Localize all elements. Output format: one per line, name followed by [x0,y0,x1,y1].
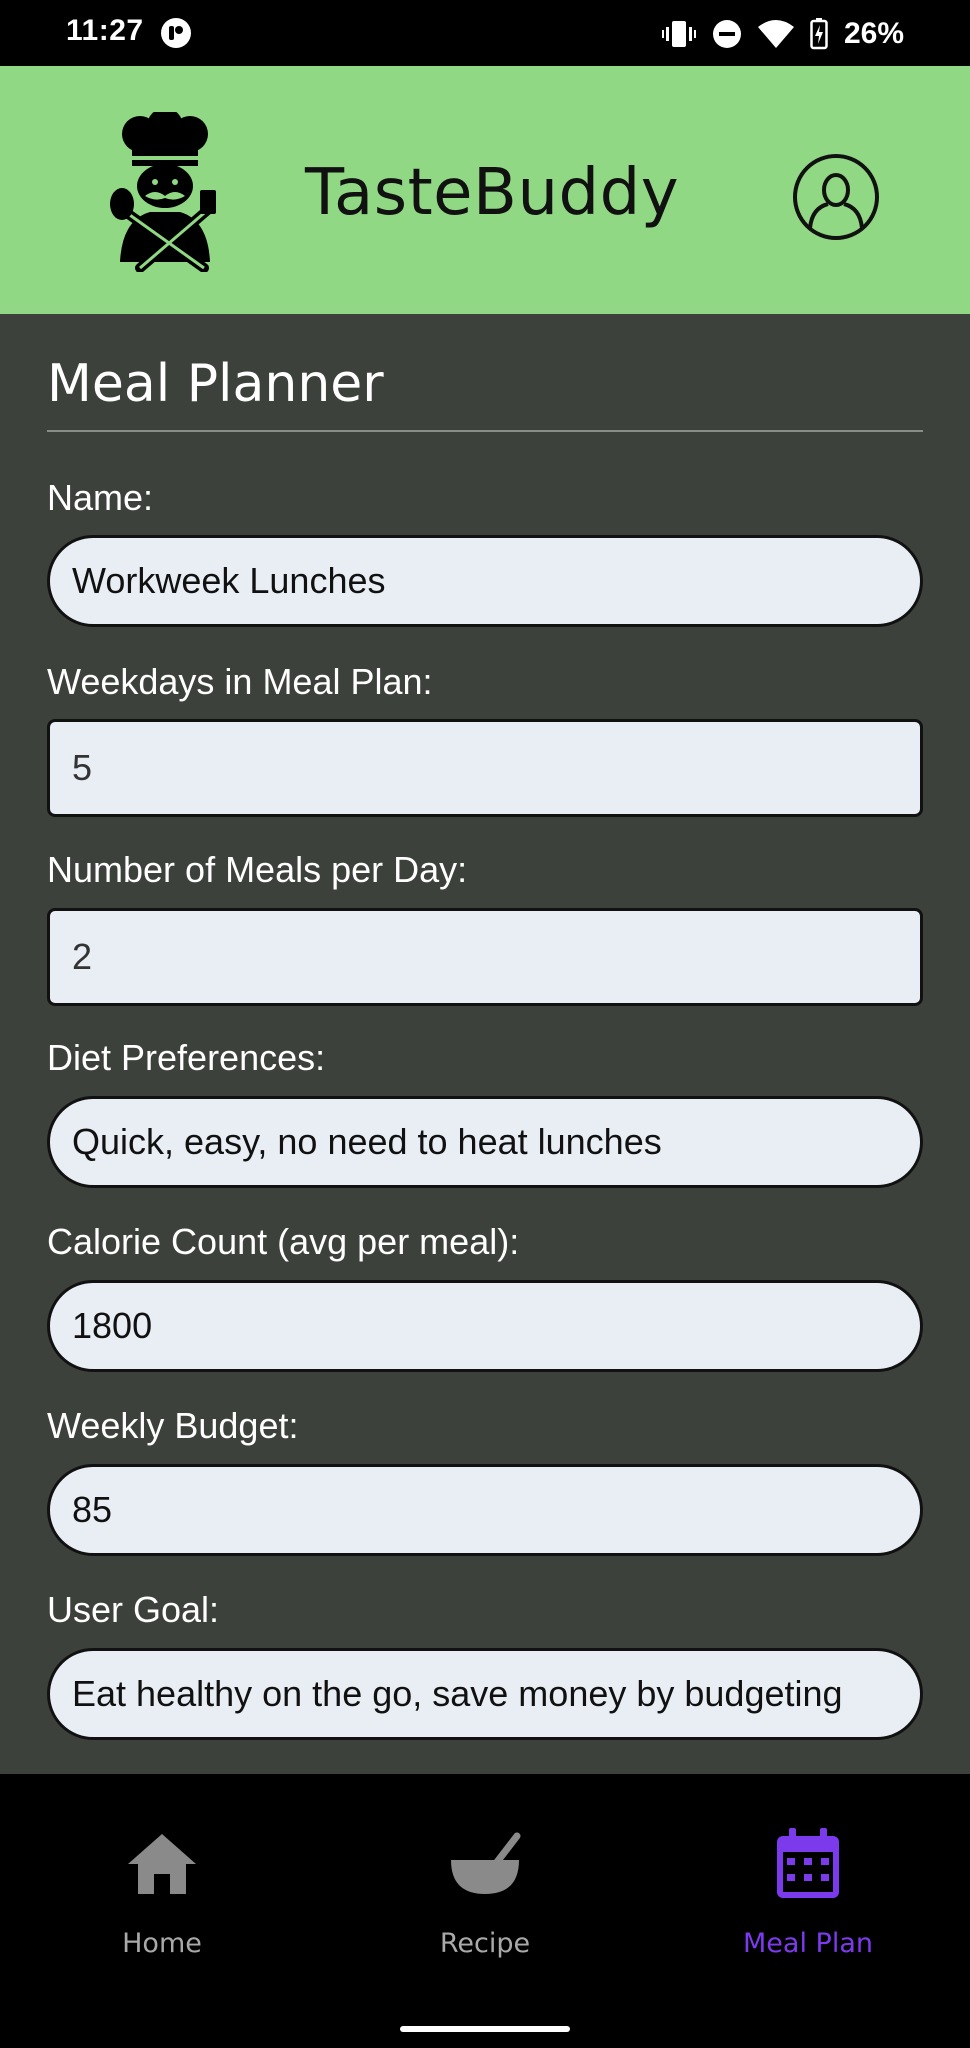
meal-planner-form: Meal Planner Name: Workweek Lunches Week… [0,314,970,1774]
diet-preferences-label: Diet Preferences: [47,1037,326,1078]
page-title: Meal Planner [47,354,384,414]
status-time: 11:27 [66,14,144,47]
weekly-budget-label: Weekly Budget: [47,1405,299,1446]
calorie-count-label: Calorie Count (avg per meal): [47,1221,520,1262]
nav-meal-plan-label: Meal Plan [743,1928,873,1959]
app-header: TasteBuddy [0,66,970,314]
meals-per-day-label: Number of Meals per Day: [47,849,468,890]
wifi-icon [757,20,794,48]
battery-percent: 26% [843,17,904,50]
weekdays-label: Weekdays in Meal Plan: [47,661,433,702]
diet-preferences-input[interactable]: Quick, easy, no need to heat lunches [47,1096,923,1188]
status-icons: 26% [661,14,904,54]
nav-meal-plan[interactable]: Meal Plan [688,1824,928,1974]
name-label: Name: [47,477,154,518]
home-icon [122,1824,202,1904]
bowl-icon [445,1824,525,1904]
meals-per-day-input[interactable]: 2 [47,908,923,1006]
user-profile-icon [808,173,864,228]
chef-logo-icon [110,112,216,272]
do-not-disturb-icon [712,20,741,48]
name-input[interactable]: Workweek Lunches [47,535,923,627]
nav-home-label: Home [122,1928,202,1959]
user-goal-input[interactable]: Eat healthy on the go, save money by bud… [47,1648,923,1740]
user-goal-label: User Goal: [47,1589,220,1630]
battery-icon [810,18,828,50]
vibrate-icon [661,21,696,47]
calorie-count-input[interactable]: 1800 [47,1280,923,1372]
nav-home[interactable]: Home [42,1824,282,1974]
bottom-navigation: Home Recipe Meal Plan [0,1774,970,2048]
weekly-budget-input[interactable]: 85 [47,1464,923,1556]
nav-recipe[interactable]: Recipe [365,1824,605,1974]
status-bar: 11:27 26% [0,0,970,66]
profile-button[interactable] [793,154,879,240]
app-notification-icon [161,18,191,48]
app-title: TasteBuddy [305,156,680,230]
calendar-icon [768,1824,848,1904]
app-screen: 11:27 26% TasteBuddy Meal Planner Name: … [0,0,970,2048]
weekdays-input[interactable]: 5 [47,719,923,817]
home-gesture-bar[interactable] [400,2026,570,2032]
title-divider [47,430,923,432]
nav-recipe-label: Recipe [439,1928,531,1959]
